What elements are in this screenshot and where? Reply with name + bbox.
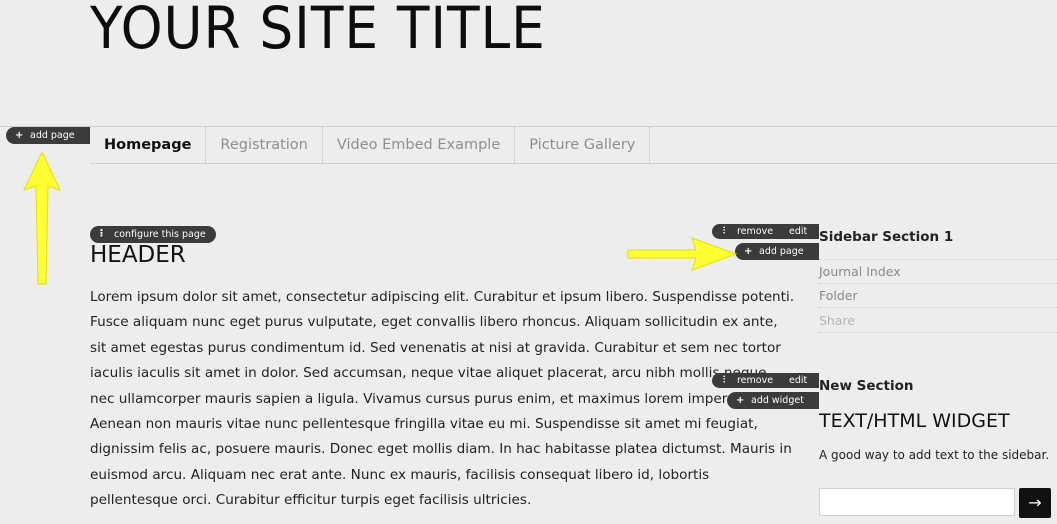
content-paragraph: Lorem ipsum dolor sit amet, consectetur …	[90, 289, 795, 509]
nav-item-registration[interactable]: Registration	[206, 127, 323, 163]
edit-button[interactable]: edit	[781, 224, 815, 239]
edit-button[interactable]: edit	[781, 373, 815, 388]
sidebar-link-share[interactable]: Share	[819, 309, 1057, 333]
section-controls-bottom: ⠇ remove edit	[712, 373, 819, 388]
search-submit-button[interactable]: →	[1019, 488, 1051, 518]
configure-icon: ⠇	[99, 229, 107, 240]
yellow-arrow-right	[627, 237, 738, 271]
sidebar-link-folder[interactable]: Folder	[819, 284, 1057, 308]
yellow-arrow-up	[23, 150, 61, 285]
plus-icon: +	[15, 130, 24, 141]
search-input[interactable]	[819, 488, 1015, 516]
main-nav: Homepage Registration Video Embed Exampl…	[90, 126, 1057, 164]
plus-icon: +	[736, 395, 745, 406]
content-heading: HEADER	[90, 242, 186, 268]
sidebar-section-2-title: New Section	[819, 378, 914, 394]
widget-title: TEXT/HTML WIDGET	[819, 410, 1010, 432]
add-page-button-right[interactable]: + add page	[735, 243, 819, 260]
plus-icon: +	[744, 246, 753, 257]
configure-page-button[interactable]: ⠇ configure this page	[90, 226, 216, 243]
sidebar-link-journal-index[interactable]: Journal Index	[819, 260, 1057, 284]
site-title: YOUR SITE TITLE	[90, 0, 546, 62]
grip-icon: ⠇	[722, 375, 729, 386]
widget-text: A good way to add text to the sidebar.	[819, 448, 1050, 462]
add-page-button-left[interactable]: + add page	[6, 127, 90, 144]
sidebar-section-1-title: Sidebar Section 1	[819, 229, 954, 245]
nav-item-picture-gallery[interactable]: Picture Gallery	[515, 127, 651, 163]
remove-button[interactable]: remove	[729, 373, 781, 388]
nav-item-homepage[interactable]: Homepage	[90, 127, 207, 163]
nav-item-video-embed[interactable]: Video Embed Example	[323, 127, 516, 163]
add-widget-button[interactable]: + add widget	[727, 392, 819, 409]
